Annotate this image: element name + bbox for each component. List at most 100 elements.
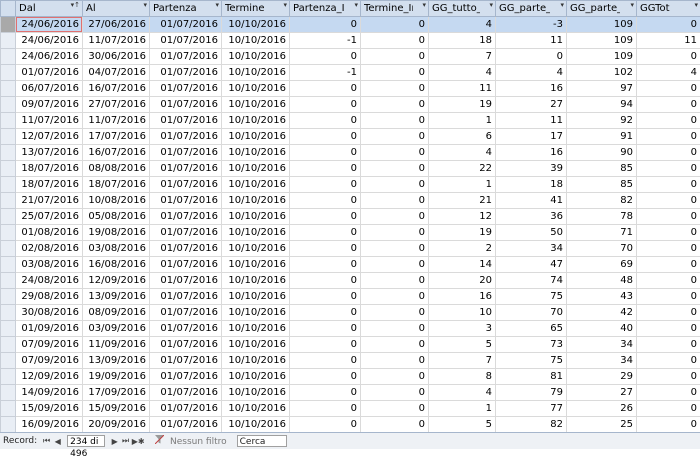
table-cell[interactable]: 17/09/2016	[83, 385, 150, 401]
table-cell[interactable]: 82	[496, 417, 567, 433]
table-cell[interactable]: 10/10/2016	[222, 225, 290, 241]
table-cell[interactable]: 74	[496, 273, 567, 289]
table-cell[interactable]: 4	[429, 65, 496, 81]
table-cell[interactable]: 78	[567, 209, 637, 225]
table-cell[interactable]: 12	[429, 209, 496, 225]
table-row[interactable]: 02/08/201603/08/201601/07/201610/10/2016…	[1, 241, 700, 257]
table-cell[interactable]: 01/07/2016	[150, 353, 222, 369]
table-cell[interactable]: 10/10/2016	[222, 241, 290, 257]
table-cell[interactable]: 1	[429, 401, 496, 417]
table-cell[interactable]: 10/10/2016	[222, 305, 290, 321]
table-cell[interactable]: 0	[361, 209, 429, 225]
table-cell[interactable]: 4	[637, 65, 700, 81]
table-cell[interactable]: 18/07/2016	[16, 161, 83, 177]
table-row[interactable]: 29/08/201613/09/201601/07/201610/10/2016…	[1, 289, 700, 305]
table-cell[interactable]: 0	[637, 49, 700, 65]
table-cell[interactable]: 01/07/2016	[150, 273, 222, 289]
table-cell[interactable]: 0	[290, 257, 361, 273]
table-cell[interactable]: 24/06/2016	[16, 49, 83, 65]
table-cell[interactable]: 24/06/2016	[16, 17, 83, 33]
table-cell[interactable]: 0	[290, 113, 361, 129]
table-cell[interactable]: 4	[429, 17, 496, 33]
table-cell[interactable]: 85	[567, 177, 637, 193]
row-selector[interactable]	[1, 97, 16, 113]
table-cell[interactable]: 0	[290, 273, 361, 289]
table-cell[interactable]: 47	[496, 257, 567, 273]
table-cell[interactable]: 29/08/2016	[16, 289, 83, 305]
table-cell[interactable]: 73	[496, 337, 567, 353]
table-cell[interactable]: 12/07/2016	[16, 129, 83, 145]
table-cell[interactable]: 01/07/2016	[150, 49, 222, 65]
table-cell[interactable]: 10/10/2016	[222, 97, 290, 113]
table-cell[interactable]: 26	[567, 401, 637, 417]
table-cell[interactable]: 18/07/2016	[83, 177, 150, 193]
table-cell[interactable]: 0	[637, 385, 700, 401]
table-cell[interactable]: 7	[429, 49, 496, 65]
table-cell[interactable]: 0	[290, 401, 361, 417]
table-cell[interactable]: 10/10/2016	[222, 113, 290, 129]
table-cell[interactable]: 10/10/2016	[222, 257, 290, 273]
table-cell[interactable]: 50	[496, 225, 567, 241]
table-cell[interactable]: 11/09/2016	[83, 337, 150, 353]
table-cell[interactable]: 14	[429, 257, 496, 273]
dropdown-arrow-icon[interactable]: ▾	[215, 1, 219, 9]
dropdown-arrow-icon[interactable]: ▾	[560, 1, 564, 9]
table-cell[interactable]: 0	[290, 241, 361, 257]
table-cell[interactable]: 0	[637, 369, 700, 385]
next-record-button[interactable]: ▶	[109, 437, 120, 446]
table-cell[interactable]: 21	[429, 193, 496, 209]
row-selector[interactable]	[1, 177, 16, 193]
table-cell[interactable]: 0	[361, 225, 429, 241]
table-row[interactable]: 09/07/201627/07/201601/07/201610/10/2016…	[1, 97, 700, 113]
table-cell[interactable]: 7	[429, 353, 496, 369]
table-cell[interactable]: 25/07/2016	[16, 209, 83, 225]
table-cell[interactable]: 16/09/2016	[16, 417, 83, 433]
table-row[interactable]: 03/08/201616/08/201601/07/201610/10/2016…	[1, 257, 700, 273]
table-cell[interactable]: 03/08/2016	[83, 241, 150, 257]
table-cell[interactable]: 07/09/2016	[16, 353, 83, 369]
table-cell[interactable]: 01/07/2016	[150, 289, 222, 305]
table-row[interactable]: 12/07/201617/07/201601/07/201610/10/2016…	[1, 129, 700, 145]
table-cell[interactable]: 0	[361, 97, 429, 113]
table-cell[interactable]: 0	[361, 49, 429, 65]
table-row[interactable]: 01/07/201604/07/201601/07/201610/10/2016…	[1, 65, 700, 81]
table-cell[interactable]: 0	[637, 289, 700, 305]
table-cell[interactable]: 06/07/2016	[16, 81, 83, 97]
table-cell[interactable]: 10/10/2016	[222, 273, 290, 289]
table-cell[interactable]: 90	[567, 145, 637, 161]
table-cell[interactable]: 02/08/2016	[16, 241, 83, 257]
table-cell[interactable]: 16/07/2016	[83, 145, 150, 161]
table-cell[interactable]: 10	[429, 305, 496, 321]
table-cell[interactable]: 24/06/2016	[16, 33, 83, 49]
table-cell[interactable]: 0	[361, 369, 429, 385]
row-selector[interactable]	[1, 65, 16, 81]
table-cell[interactable]: 97	[567, 81, 637, 97]
table-cell[interactable]: 0	[290, 417, 361, 433]
first-record-button[interactable]: ⏮	[41, 436, 52, 446]
table-cell[interactable]: 0	[637, 161, 700, 177]
table-cell[interactable]: 10/10/2016	[222, 65, 290, 81]
table-row[interactable]: 18/07/201608/08/201601/07/201610/10/2016…	[1, 161, 700, 177]
table-cell[interactable]: 0	[290, 129, 361, 145]
table-cell[interactable]: 0	[361, 289, 429, 305]
table-cell[interactable]: 0	[637, 257, 700, 273]
table-cell[interactable]: 01/07/2016	[150, 321, 222, 337]
table-cell[interactable]: 0	[637, 305, 700, 321]
row-selector[interactable]	[1, 289, 16, 305]
row-selector[interactable]	[1, 321, 16, 337]
row-selector[interactable]	[1, 337, 16, 353]
table-cell[interactable]: 0	[361, 17, 429, 33]
table-row[interactable]: 07/09/201611/09/201601/07/201610/10/2016…	[1, 337, 700, 353]
table-cell[interactable]: 43	[567, 289, 637, 305]
table-cell[interactable]: 0	[290, 321, 361, 337]
table-cell[interactable]: 75	[496, 289, 567, 305]
table-cell[interactable]: 30/08/2016	[16, 305, 83, 321]
table-row[interactable]: 13/07/201616/07/201601/07/201610/10/2016…	[1, 145, 700, 161]
row-selector[interactable]	[1, 305, 16, 321]
table-cell[interactable]: 29	[567, 369, 637, 385]
table-cell[interactable]: 0	[361, 385, 429, 401]
row-selector[interactable]	[1, 33, 16, 49]
table-cell[interactable]: 34	[496, 241, 567, 257]
table-cell[interactable]: 0	[290, 385, 361, 401]
dropdown-arrow-icon[interactable]: ▾	[422, 1, 426, 9]
